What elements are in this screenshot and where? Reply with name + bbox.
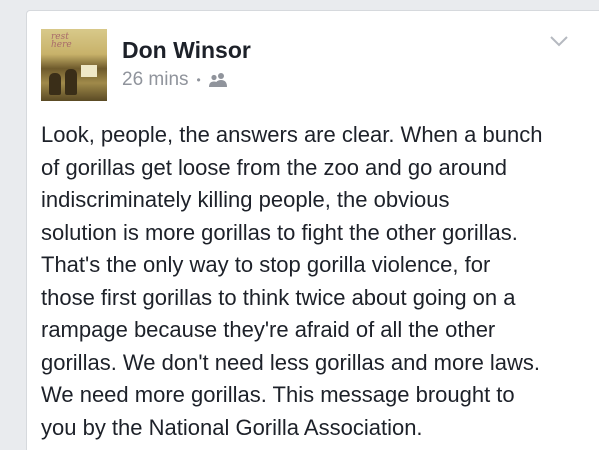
post-line: gorillas. We don't need less gorillas an… [41,349,541,375]
post-line: solution is more gorillas to fight the o… [41,219,518,245]
avatar-figure [65,69,77,95]
friends-icon[interactable] [208,72,228,88]
avatar[interactable]: rest here [41,29,107,101]
post-line: indiscriminately killing people, the obv… [41,187,450,212]
meta-separator: • [196,73,201,87]
avatar-figure [49,73,61,95]
post-meta: 26 mins • [122,69,228,91]
post-line: of gorillas get loose from the zoo and g… [41,154,507,180]
chevron-down-icon[interactable] [547,33,571,49]
post-timestamp[interactable]: 26 mins [122,69,189,91]
post-line: Look, people, the answers are clear. Whe… [41,122,543,147]
author-name[interactable]: Don Winsor [122,37,251,64]
post-body: Look, people, the answers are clear. Whe… [41,119,591,444]
avatar-screen [81,65,97,77]
post-line: you by the National Gorilla Association. [41,414,423,440]
avatar-sign-text: rest here [51,32,72,50]
post-card: rest here Don Winsor 26 mins • Look, peop… [26,10,599,450]
post-line: That's the only way to stop gorilla viol… [41,252,491,277]
post-line: We need more gorillas. This message brou… [41,382,515,407]
post-line: rampage because they're afraid of all th… [41,317,496,342]
post-line: those first gorillas to think twice abou… [41,284,516,310]
